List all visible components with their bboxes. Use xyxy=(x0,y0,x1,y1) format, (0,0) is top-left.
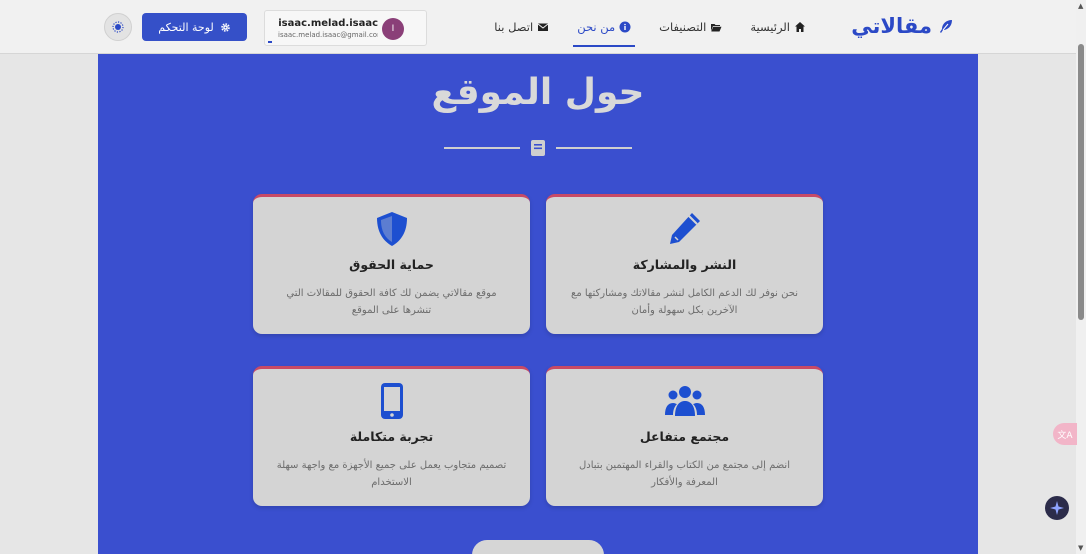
home-icon xyxy=(795,22,805,32)
title-divider xyxy=(444,138,632,158)
sun-icon xyxy=(112,21,124,33)
user-name: isaac.melad.isaac xyxy=(278,18,378,29)
sparkle-icon xyxy=(1050,501,1064,515)
users-icon xyxy=(664,386,705,416)
scrollbar-thumb[interactable] xyxy=(1078,44,1084,320)
hero-section xyxy=(98,54,978,554)
nav-home[interactable]: الرئيسية xyxy=(750,12,806,42)
feather-icon xyxy=(940,20,952,33)
scroll-up-arrow-icon[interactable]: ▲ xyxy=(1078,2,1083,10)
feature-card-experience: تجربة متكاملة تصميم متجاوب يعمل على جميع… xyxy=(253,366,530,506)
nav-categories-label: التصنيفات xyxy=(659,20,707,34)
pencil-icon xyxy=(669,213,700,244)
page-title: حول الموقع xyxy=(431,72,645,113)
dashboard-button[interactable]: لوحة التحكم xyxy=(142,13,247,41)
user-menu[interactable]: I isaac.melad.isaac isaac.melad.isaac@gm… xyxy=(264,10,427,46)
feature-card-description: موقع مقالاتي يضمن لك كافة الحقوق للمقالا… xyxy=(286,288,497,316)
folder-open-icon xyxy=(711,24,722,32)
gear-icon xyxy=(220,22,230,32)
divider-line-left xyxy=(444,147,520,149)
nav-contact-label: اتصل بنا xyxy=(494,20,534,34)
feature-card-community: مجتمع متفاعل انضم إلى مجتمع من الكتاب وا… xyxy=(546,366,823,506)
feature-card-rights: حماية الحقوق موقع مقالاتي يضمن لك كافة ا… xyxy=(253,194,530,334)
mobile-icon xyxy=(380,383,403,419)
book-icon xyxy=(531,140,545,156)
feature-card-title: تجربة متكاملة xyxy=(349,429,434,444)
nav-contact[interactable]: اتصل بنا xyxy=(494,12,549,42)
assistant-button[interactable] xyxy=(1045,496,1069,520)
feature-card-title: النشر والمشاركة xyxy=(632,257,737,272)
feature-card-description: انضم إلى مجتمع من الكتاب والقراء المهتمي… xyxy=(579,460,790,488)
dashboard-button-label: لوحة التحكم xyxy=(158,20,214,34)
user-email: isaac.melad.isaac@gmail.com xyxy=(278,31,378,39)
translate-button[interactable]: 文A xyxy=(1053,423,1077,445)
info-circle-icon xyxy=(619,21,631,33)
brand-name: مقالاتي xyxy=(851,14,932,38)
envelope-icon xyxy=(537,23,549,31)
nav-categories[interactable]: التصنيفات xyxy=(659,12,722,42)
nav-about[interactable]: من نحن xyxy=(573,12,636,47)
feature-card-title: مجتمع متفاعل xyxy=(639,429,730,444)
feature-card-title: حماية الحقوق xyxy=(349,257,434,272)
theme-toggle-button[interactable] xyxy=(104,13,132,41)
more-button[interactable] xyxy=(472,540,604,554)
scrollbar[interactable]: ▲ ▼ xyxy=(1076,0,1086,554)
feature-card-publishing: النشر والمشاركة نحن نوفر لك الدعم الكامل… xyxy=(546,194,823,334)
main-nav: الرئيسية التصنيفات من نحن اتصل بنا xyxy=(494,0,806,54)
nav-home-label: الرئيسية xyxy=(750,20,790,34)
top-navbar: مقالاتي الرئيسية التصنيفات من نحن اتصل ب… xyxy=(0,0,1076,54)
avatar: I xyxy=(382,18,404,40)
scroll-down-arrow-icon[interactable]: ▼ xyxy=(1078,544,1083,552)
nav-about-label: من نحن xyxy=(577,20,616,34)
shield-icon xyxy=(376,212,407,246)
divider-line-right xyxy=(556,147,632,149)
feature-card-description: نحن نوفر لك الدعم الكامل لنشر مقالاتك وم… xyxy=(571,288,798,316)
user-menu-indicator xyxy=(268,41,272,43)
brand-logo[interactable]: مقالاتي xyxy=(851,14,954,38)
feature-card-description: تصميم متجاوب يعمل على جميع الأجهزة مع وا… xyxy=(276,460,507,488)
